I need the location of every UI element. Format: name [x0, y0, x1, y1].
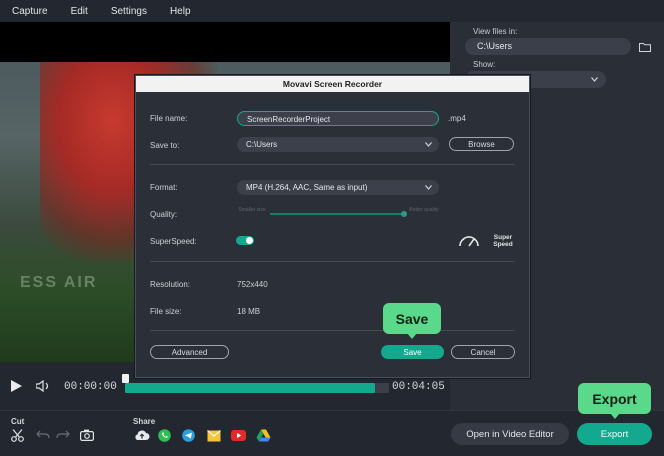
video-banner: ESS AIR: [20, 274, 98, 291]
resolution-value: 752x440: [237, 280, 268, 289]
export-tooltip-text: Export: [592, 390, 637, 407]
dialog-title: Movavi Screen Recorder: [136, 76, 529, 92]
chevron-down-icon: [591, 77, 598, 82]
file-name-label: File name:: [150, 114, 188, 123]
volume-icon[interactable]: [36, 380, 52, 392]
whatsapp-icon[interactable]: [158, 429, 171, 442]
save-to-value: C:\Users: [246, 140, 278, 149]
save-tooltip-tail: [407, 333, 417, 339]
export-tooltip: Export: [578, 383, 651, 419]
quality-min-label: Smaller size: [238, 207, 266, 213]
menu-help[interactable]: Help: [170, 6, 191, 17]
youtube-icon[interactable]: [231, 430, 246, 441]
playhead-handle[interactable]: [122, 374, 129, 383]
separator: [150, 164, 515, 165]
file-size-label: File size:: [150, 307, 182, 316]
cut-label: Cut: [11, 417, 25, 426]
quality-slider-thumb[interactable]: [401, 211, 407, 217]
browse-button[interactable]: Browse: [449, 137, 514, 151]
cancel-button[interactable]: Cancel: [451, 345, 515, 359]
superspeed-toggle-knob: [246, 237, 253, 244]
menu-edit[interactable]: Edit: [71, 6, 88, 17]
quality-slider-track[interactable]: [270, 213, 404, 215]
current-time: 00:00:00: [64, 381, 117, 393]
advanced-button[interactable]: Advanced: [150, 345, 229, 359]
superspeed-badge: Super Speed: [493, 234, 513, 248]
menu-capture[interactable]: Capture: [12, 6, 48, 17]
format-dropdown[interactable]: MP4 (H.264, AAC, Same as input): [237, 180, 439, 195]
google-drive-icon[interactable]: [256, 429, 271, 442]
share-label: Share: [133, 417, 156, 426]
undo-icon[interactable]: [36, 430, 50, 440]
file-size-value: 18 MB: [237, 307, 261, 316]
play-icon[interactable]: [11, 380, 22, 392]
superspeed-toggle[interactable]: [236, 236, 254, 245]
file-extension: .mp4: [448, 114, 466, 123]
show-label: Show:: [473, 60, 496, 69]
speedometer-icon: [459, 236, 479, 247]
superspeed-label: SuperSpeed:: [150, 237, 197, 246]
menu-settings[interactable]: Settings: [111, 6, 147, 17]
view-files-label: View files in:: [473, 27, 518, 36]
export-button[interactable]: Export: [577, 423, 652, 445]
redo-icon[interactable]: [56, 430, 70, 440]
chevron-down-icon: [425, 185, 432, 190]
quality-label: Quality:: [150, 210, 178, 219]
separator: [150, 261, 515, 262]
scissors-icon[interactable]: [11, 429, 24, 442]
screen-recorder-app: Capture Edit Settings Help ESS AIR View …: [0, 0, 664, 456]
resolution-label: Resolution:: [150, 280, 191, 289]
timeline-remaining[interactable]: [375, 383, 389, 393]
save-to-dropdown[interactable]: C:\Users: [237, 137, 439, 152]
timeline-progress[interactable]: [125, 383, 375, 393]
chevron-down-icon: [425, 142, 432, 147]
bottom-toolbar: Cut Share Open in Video Editor Export: [0, 410, 664, 456]
view-files-path[interactable]: C:\Users: [465, 38, 631, 55]
folder-icon[interactable]: [639, 42, 651, 52]
save-to-label: Save to:: [150, 141, 180, 150]
telegram-icon[interactable]: [182, 429, 195, 442]
export-tooltip-tail: [609, 413, 620, 419]
camera-icon[interactable]: [80, 429, 94, 441]
format-label: Format:: [150, 183, 178, 192]
separator: [150, 330, 515, 331]
cloud-upload-icon[interactable]: [134, 429, 150, 441]
save-button[interactable]: Save: [381, 345, 444, 359]
save-tooltip-text: Save: [395, 310, 429, 327]
save-tooltip: Save: [383, 303, 441, 339]
save-dialog: Movavi Screen Recorder File name: Screen…: [135, 75, 530, 378]
email-icon[interactable]: [207, 429, 221, 442]
open-in-video-editor-button[interactable]: Open in Video Editor: [451, 423, 569, 445]
format-value: MP4 (H.264, AAC, Same as input): [246, 183, 368, 192]
end-time: 00:04:05: [392, 381, 445, 393]
menu-bar: Capture Edit Settings Help: [0, 0, 664, 22]
quality-max-label: Better quality: [409, 207, 439, 213]
file-name-input[interactable]: ScreenRecorderProject: [237, 111, 439, 126]
